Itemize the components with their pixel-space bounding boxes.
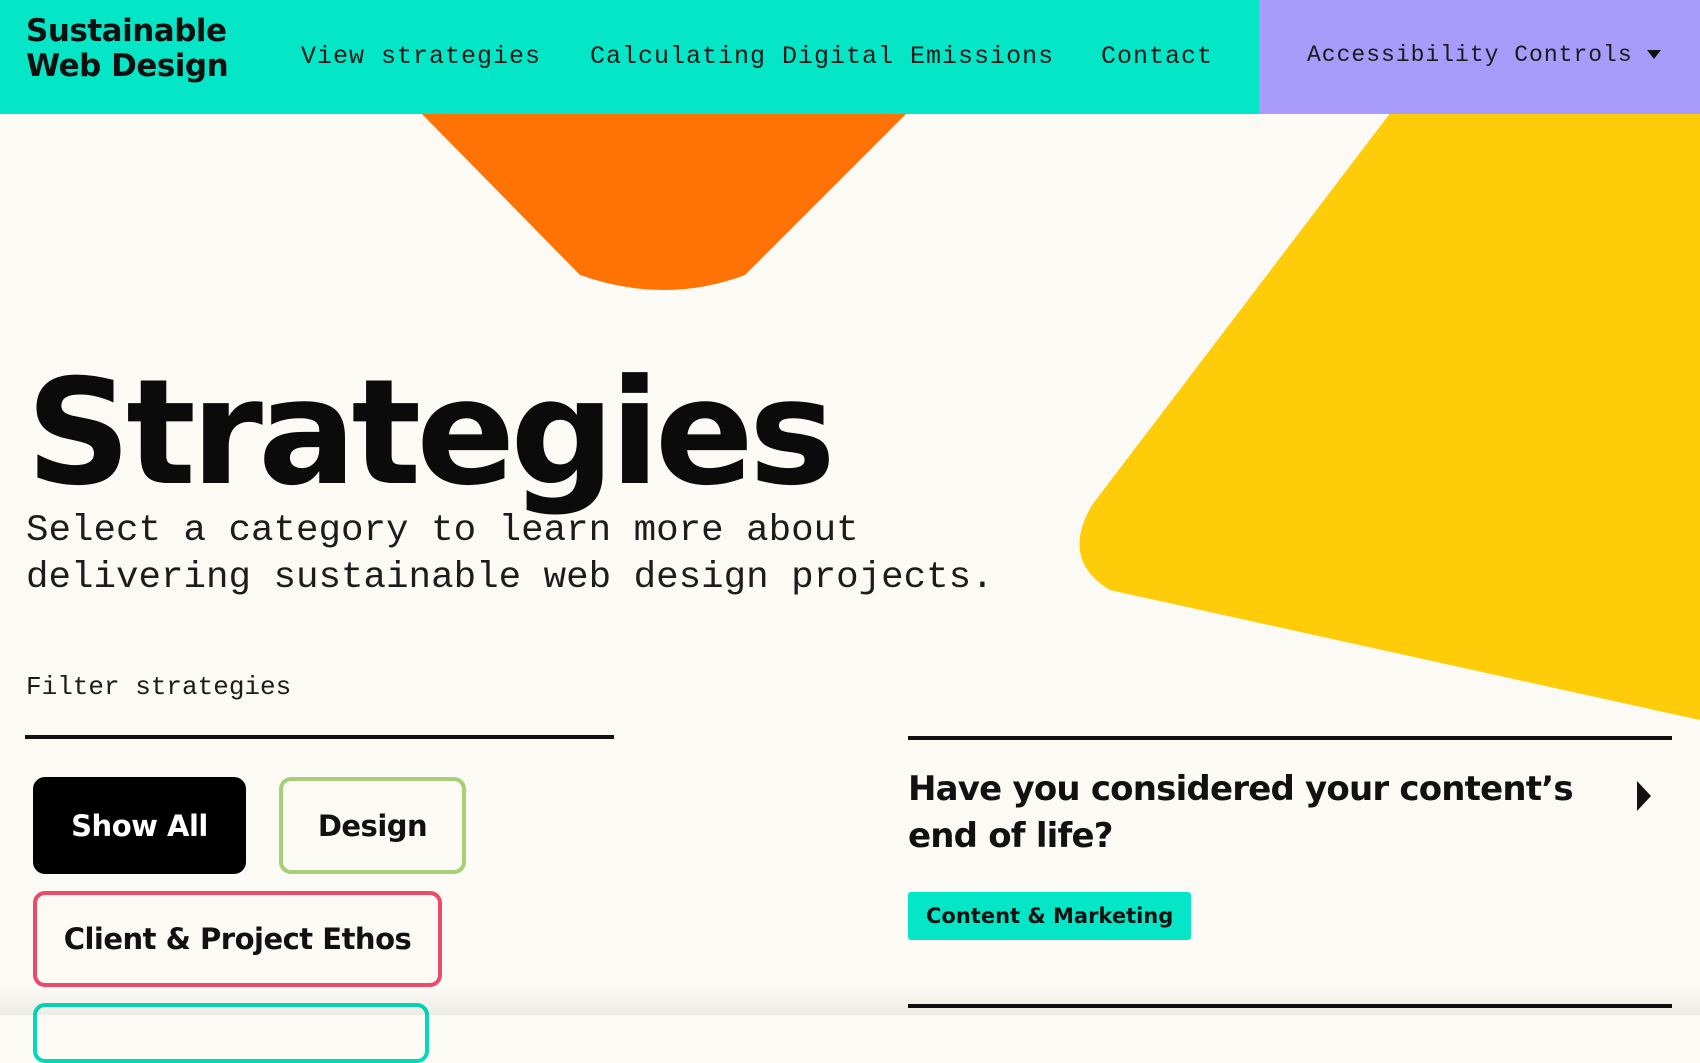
filter-button-partially-visible[interactable] [33,1003,429,1063]
nav-link-contact[interactable]: Contact [1101,42,1213,71]
top-navigation-bar: Sustainable Web Design View strategies C… [0,0,1700,114]
nav-link-calculating-digital-emissions[interactable]: Calculating Digital Emissions [590,42,1054,71]
nav-link-view-strategies[interactable]: View strategies [301,42,541,71]
filter-strategies-label: Filter strategies [26,672,292,702]
caret-right-icon[interactable] [1637,781,1651,811]
orange-shape [420,112,908,290]
yellow-shape [1079,112,1700,720]
intro-line-2: delivering sustainable web design projec… [26,557,994,599]
logo-line-1: Sustainable [26,13,227,49]
next-card-divider [908,1004,1672,1008]
filter-button-show-all[interactable]: Show All [33,777,246,874]
page-intro: Select a category to learn more about de… [26,508,1146,602]
intro-line-1: Select a category to learn more about [26,510,859,552]
filter-button-client-project-ethos[interactable]: Client & Project Ethos [33,891,442,987]
page-title: Strategies [26,347,836,518]
filter-divider [25,735,614,739]
chevron-down-icon [1647,50,1661,59]
accessibility-controls-label: Accessibility Controls [1307,42,1633,68]
strategy-card-title[interactable]: Have you considered your content’s end o… [908,766,1588,860]
filter-button-design[interactable]: Design [279,777,466,874]
category-tag-content-marketing[interactable]: Content & Marketing [908,892,1192,940]
site-logo[interactable]: Sustainable Web Design [26,13,229,84]
strategy-card-divider [908,736,1672,740]
accessibility-controls-toggle[interactable]: Accessibility Controls [1259,0,1700,114]
logo-line-2: Web Design [26,48,229,84]
